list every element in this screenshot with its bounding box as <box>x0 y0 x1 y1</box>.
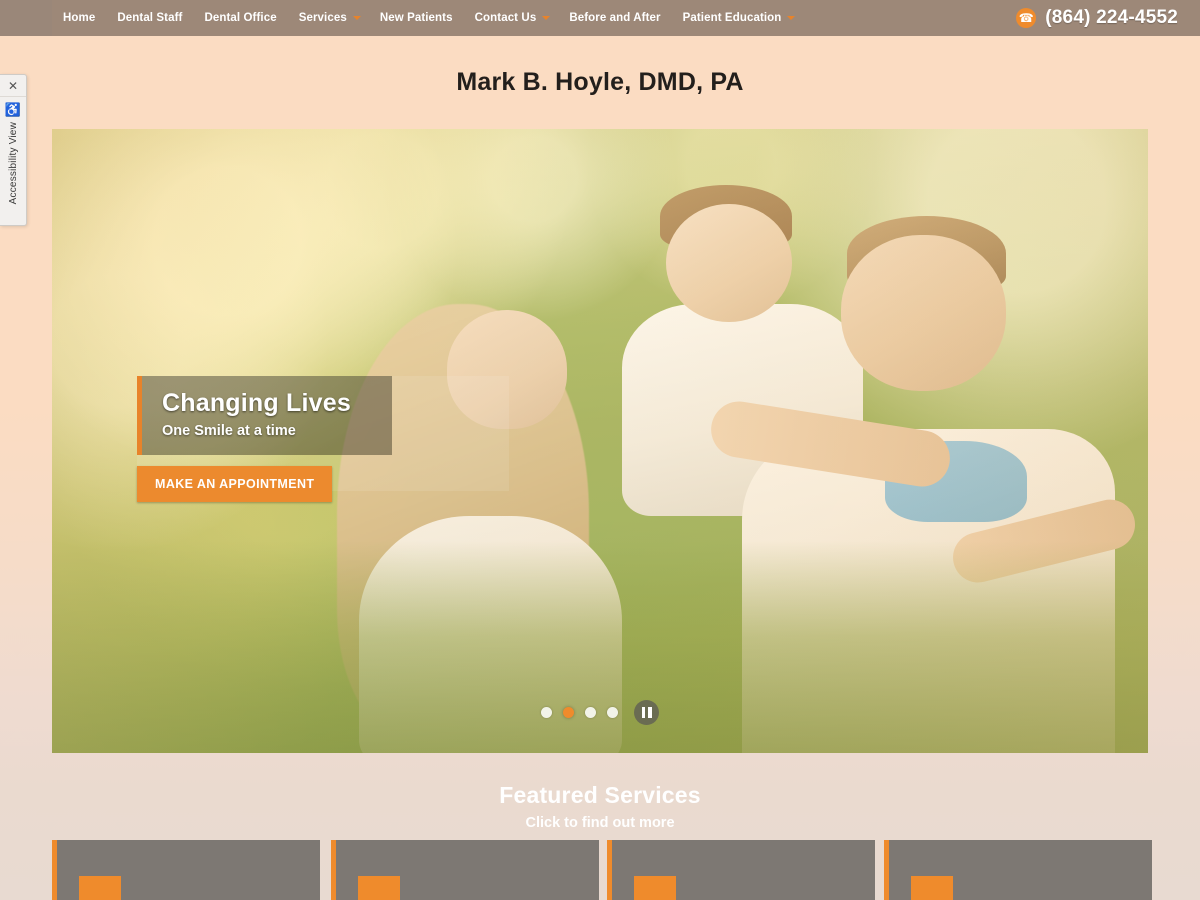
hero-caption-box: Changing Lives One Smile at a time <box>137 376 392 455</box>
nav-item-before-and-after[interactable]: Before and After <box>558 0 671 36</box>
make-an-appointment-button[interactable]: MAKE AN APPOINTMENT <box>137 466 333 502</box>
nav-item-dental-office[interactable]: Dental Office <box>193 0 287 36</box>
nav-left-spacer <box>0 0 52 36</box>
phone-link[interactable]: ☎ (864) 224-4552 <box>1016 7 1200 29</box>
service-card[interactable] <box>331 840 599 900</box>
nav-item-label: New Patients <box>379 12 453 24</box>
nav-item-label: Contact Us <box>474 12 537 24</box>
nav-item-contact-us[interactable]: Contact Us <box>464 0 559 36</box>
hero-caption-title: Changing Lives <box>162 389 351 417</box>
service-card[interactable] <box>884 840 1152 900</box>
slider-dot-2[interactable] <box>563 707 574 718</box>
wheelchair-icon[interactable]: ♿ <box>5 102 21 118</box>
tooth-icon <box>79 876 121 900</box>
nav-item-label: Services <box>298 12 347 24</box>
nav-item-patient-education[interactable]: Patient Education <box>672 0 804 36</box>
accessibility-view-label[interactable]: Accessibility View <box>8 122 19 204</box>
page-title: Mark B. Hoyle, DMD, PA <box>456 68 744 96</box>
hero-caption: Changing Lives One Smile at a time MAKE … <box>137 376 512 502</box>
nav-item-label: Dental Office <box>204 12 277 24</box>
teeth-icon <box>358 876 400 900</box>
top-navigation-bar: Home Dental Staff Dental Office Services… <box>0 0 1200 36</box>
slider-controls <box>52 700 1148 725</box>
nav-item-home[interactable]: Home <box>52 0 106 36</box>
hero-slider[interactable]: Changing Lives One Smile at a time MAKE … <box>52 129 1148 753</box>
service-cards-row <box>0 840 1200 900</box>
featured-services-section: Featured Services Click to find out more <box>0 782 1200 831</box>
featured-services-title: Featured Services <box>499 782 701 808</box>
service-card[interactable] <box>52 840 320 900</box>
nav-item-new-patients[interactable]: New Patients <box>369 0 464 36</box>
slider-dot-1[interactable] <box>541 707 552 718</box>
nav-item-dental-staff[interactable]: Dental Staff <box>106 0 193 36</box>
featured-services-subtitle: Click to find out more <box>525 814 675 831</box>
smile-icon <box>911 876 953 900</box>
nav-item-label: Dental Staff <box>117 12 183 24</box>
chevron-down-icon <box>787 16 796 20</box>
pause-icon[interactable] <box>634 700 659 725</box>
slider-dot-3[interactable] <box>585 707 596 718</box>
nav-item-label: Patient Education <box>682 12 782 24</box>
close-icon[interactable]: ✕ <box>0 75 26 97</box>
chevron-down-icon <box>352 16 361 20</box>
nav-item-label: Home <box>63 12 96 24</box>
nav-item-label: Before and After <box>569 12 661 24</box>
slider-dot-4[interactable] <box>607 707 618 718</box>
phone-number: (864) 224-4552 <box>1045 7 1178 28</box>
service-card[interactable] <box>607 840 875 900</box>
phone-icon: ☎ <box>1016 8 1037 28</box>
accessibility-view-widget[interactable]: ✕ ♿ Accessibility View <box>0 74 27 226</box>
nav-item-services[interactable]: Services <box>288 0 369 36</box>
nav-menu: Home Dental Staff Dental Office Services… <box>52 0 803 36</box>
implant-icon <box>634 876 676 900</box>
chevron-down-icon <box>542 16 551 20</box>
hero-caption-subtitle: One Smile at a time <box>162 423 296 439</box>
